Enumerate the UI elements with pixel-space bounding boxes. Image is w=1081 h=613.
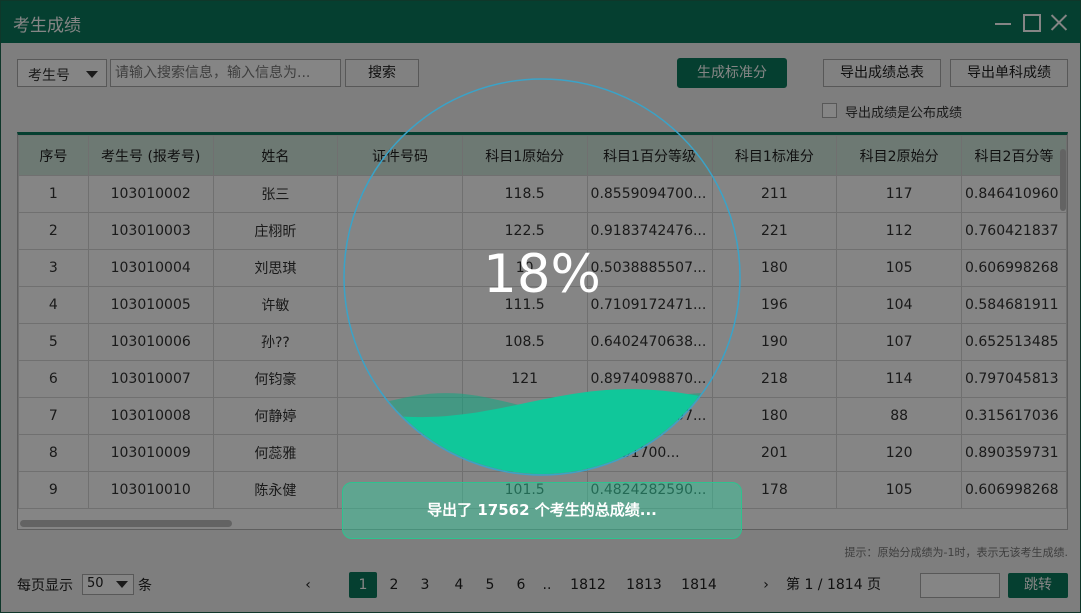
- progress-percent: 18%: [483, 244, 601, 305]
- export-progress: 18%: [342, 77, 742, 477]
- export-status-message: 导出了 17562 个考生的总成绩...: [342, 482, 742, 539]
